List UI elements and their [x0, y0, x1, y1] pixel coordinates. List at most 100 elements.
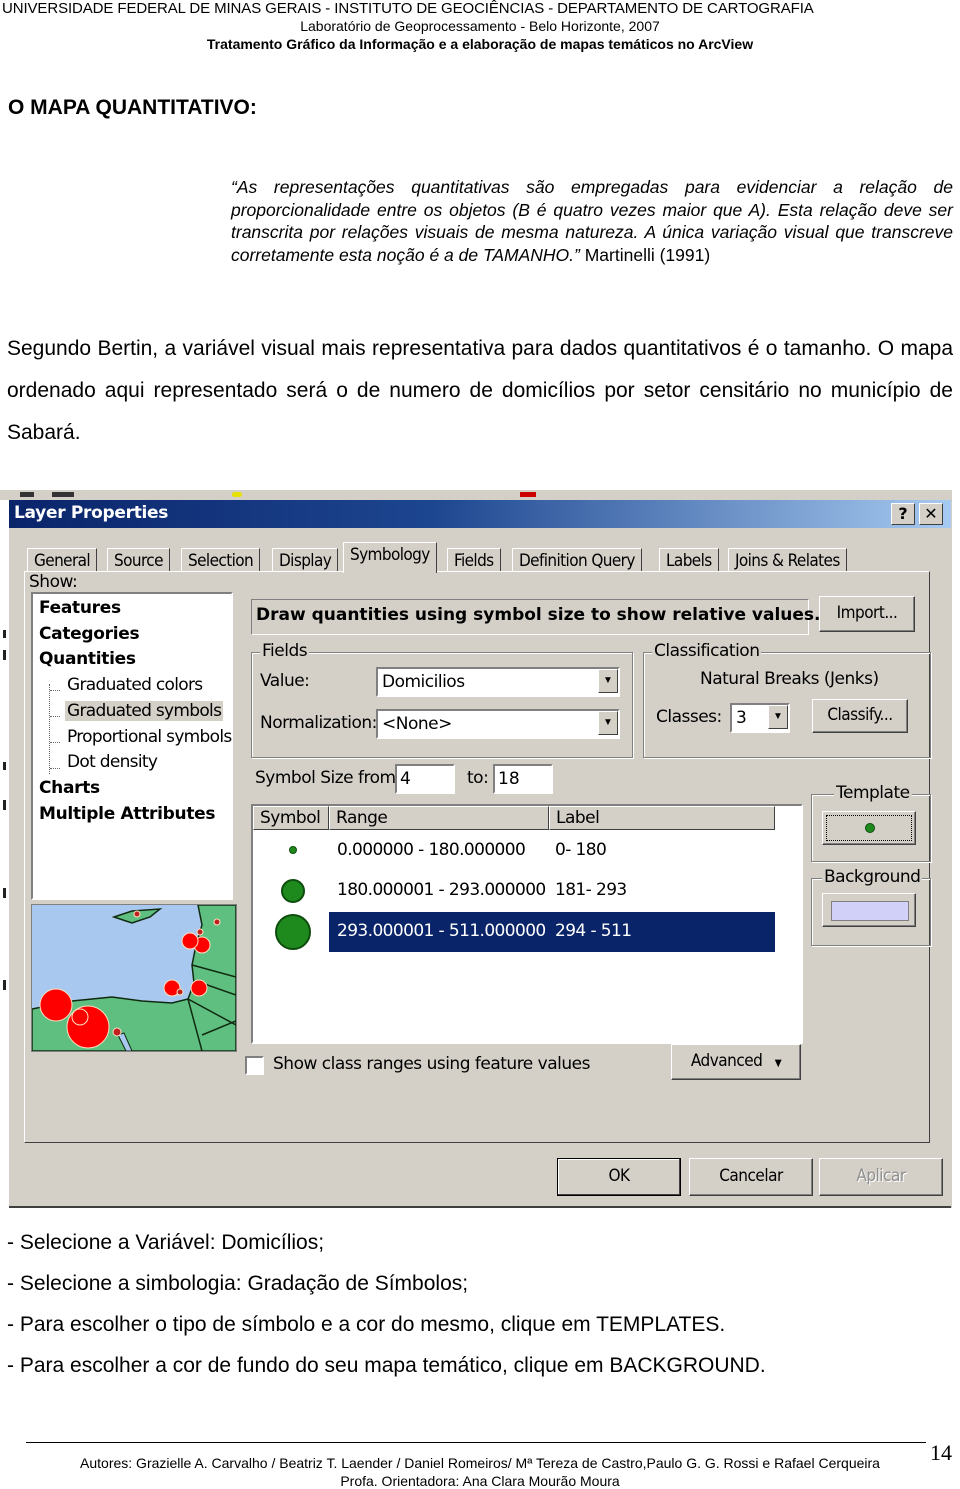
- tree-connector: [49, 684, 62, 774]
- symbol-size-from-label: Symbol Size from:: [255, 768, 401, 788]
- ok-button[interactable]: OK: [557, 1158, 681, 1196]
- footer-advisor: Profa. Orientadora: Ana Clara Mourão Mou…: [340, 1473, 620, 1489]
- tab-definition-query[interactable]: Definition Query: [512, 548, 642, 573]
- symbology-description: Draw quantities using symbol size to sho…: [256, 605, 821, 625]
- description-box: Draw quantities using symbol size to sho…: [251, 599, 820, 635]
- instruction-list: - Selecione a Variável: Domicílios; - Se…: [7, 1222, 766, 1386]
- tab-symbology[interactable]: Symbology: [343, 542, 437, 573]
- background-window-edge: [0, 500, 8, 1208]
- list-item-graduated-symbols[interactable]: Graduated symbols: [65, 701, 224, 721]
- column-header-range[interactable]: Range: [329, 806, 549, 830]
- cancel-button[interactable]: Cancelar: [689, 1158, 813, 1196]
- list-item-quantities[interactable]: Quantities: [39, 649, 136, 669]
- show-class-ranges-checkbox[interactable]: [245, 1056, 264, 1075]
- chevron-down-icon[interactable]: ▼: [598, 711, 618, 735]
- layer-properties-dialog: Layer Properties ? ✕ General Source Sele…: [8, 500, 951, 1208]
- fields-caption: Fields: [260, 641, 310, 661]
- list-item-dot-density[interactable]: Dot density: [67, 752, 158, 772]
- symbol-medium-circle-icon: [281, 879, 305, 903]
- label-cell[interactable]: 0- 180: [555, 840, 607, 860]
- show-type-list[interactable]: Features Categories Quantities Graduated…: [31, 592, 233, 900]
- list-item-multiple-attributes[interactable]: Multiple Attributes: [39, 804, 216, 824]
- symbol-large-circle-icon: [275, 914, 311, 950]
- chevron-down-icon[interactable]: ▼: [768, 705, 788, 729]
- list-item-features[interactable]: Features: [39, 598, 121, 618]
- instruction-step: - Selecione a Variável: Domicílios;: [7, 1231, 325, 1254]
- show-label: Show:: [29, 572, 78, 592]
- list-item-charts[interactable]: Charts: [39, 778, 100, 798]
- classes-select-current: 3: [736, 708, 747, 728]
- show-class-ranges-label[interactable]: Show class ranges using feature values: [273, 1054, 590, 1074]
- classify-button[interactable]: Classify...: [812, 699, 908, 733]
- table-row[interactable]: 180.000001 - 293.000000 181- 293: [253, 872, 801, 912]
- advanced-button[interactable]: Advanced ▼: [671, 1044, 801, 1080]
- template-button[interactable]: [822, 811, 916, 845]
- dialog-titlebar[interactable]: Layer Properties ? ✕: [9, 500, 951, 528]
- chevron-down-icon[interactable]: ▼: [598, 669, 618, 693]
- tab-general[interactable]: General: [27, 548, 98, 573]
- tab-fields[interactable]: Fields: [447, 548, 501, 573]
- template-caption: Template: [834, 783, 912, 803]
- label-cell[interactable]: 181- 293: [555, 880, 627, 900]
- class-table[interactable]: Symbol Range Label 0.000000 - 180.000000…: [251, 804, 803, 1044]
- normalization-select[interactable]: <None> ▼: [376, 709, 620, 739]
- header-course-title: Tratamento Gráfico da Informação e a ela…: [206, 36, 754, 52]
- background-color-swatch: [831, 901, 909, 921]
- label-cell[interactable]: 294 - 511: [555, 921, 632, 941]
- preview-map-svg: [32, 905, 236, 1051]
- normalization-label: Normalization:: [260, 713, 377, 733]
- tab-joins-relates[interactable]: Joins & Relates: [728, 548, 847, 573]
- symbol-size-to-value: 18: [498, 769, 520, 789]
- template-symbol-icon: [865, 823, 875, 833]
- range-cell: 0.000000 - 180.000000: [337, 840, 526, 860]
- column-header-label[interactable]: Label: [549, 806, 775, 830]
- tab-labels[interactable]: Labels: [659, 548, 719, 573]
- value-select[interactable]: Domicilios ▼: [376, 667, 620, 697]
- preview-map-image: [31, 904, 237, 1052]
- import-button[interactable]: Import...: [819, 596, 915, 632]
- apply-button[interactable]: Aplicar: [819, 1158, 943, 1196]
- background-button[interactable]: [822, 893, 916, 927]
- header-lab: Laboratório de Geoprocessamento - Belo H…: [300, 18, 660, 34]
- column-header-symbol[interactable]: Symbol: [253, 806, 329, 830]
- template-group: Template: [811, 783, 931, 862]
- header-institution: UNIVERSIDADE FEDERAL DE MINAS GERAIS - I…: [2, 0, 814, 17]
- tab-display[interactable]: Display: [272, 548, 339, 573]
- close-button[interactable]: ✕: [919, 503, 943, 525]
- fields-group: Fields Value: Domicilios ▼ Normalization…: [251, 641, 633, 758]
- symbol-size-to-input[interactable]: 18: [493, 764, 553, 794]
- value-label: Value:: [260, 671, 310, 691]
- instruction-step: - Para escolher o tipo de símbolo e a co…: [7, 1313, 726, 1336]
- help-button[interactable]: ?: [891, 503, 915, 525]
- tab-source[interactable]: Source: [107, 548, 170, 573]
- list-item-proportional-symbols[interactable]: Proportional symbols: [67, 727, 232, 747]
- background-group: Background: [811, 867, 931, 946]
- advanced-label: Advanced: [690, 1051, 763, 1071]
- body-paragraph: Segundo Bertin, a variável visual mais r…: [7, 337, 953, 444]
- classes-label: Classes:: [656, 707, 722, 727]
- classification-caption: Classification: [652, 641, 762, 661]
- symbol-small-circle-icon: [289, 846, 297, 854]
- quote-author: Martinelli (1991): [579, 244, 711, 265]
- dialog-bottom-border: [9, 1206, 951, 1208]
- footer-divider: [26, 1442, 926, 1443]
- list-item-categories[interactable]: Categories: [39, 624, 140, 644]
- background-caption: Background: [822, 867, 923, 887]
- instruction-step: - Para escolher a cor de fundo do seu ma…: [7, 1354, 766, 1377]
- range-cell: 180.000001 - 293.000000: [337, 880, 546, 900]
- table-row[interactable]: 0.000000 - 180.000000 0- 180: [253, 832, 801, 872]
- classes-select[interactable]: 3 ▼: [730, 703, 790, 733]
- chevron-down-icon: ▼: [774, 1058, 782, 1069]
- instruction-step: - Selecione a simbologia: Gradação de Sí…: [7, 1272, 469, 1295]
- tab-selection[interactable]: Selection: [181, 548, 261, 573]
- layer-properties-screenshot: Layer Properties ? ✕ General Source Sele…: [0, 490, 952, 1208]
- symbol-size-from-value: 4: [400, 769, 411, 789]
- quote-block: “As representações quantitativas são emp…: [231, 176, 953, 266]
- symbol-size-to-label: to:: [467, 768, 489, 788]
- classification-group: Classification Natural Breaks (Jenks) Cl…: [643, 641, 931, 758]
- range-cell: 293.000001 - 511.000000: [337, 921, 546, 941]
- classification-method: Natural Breaks (Jenks): [700, 669, 879, 689]
- table-row-selected[interactable]: 293.000001 - 511.000000 294 - 511: [253, 912, 801, 952]
- symbol-size-from-input[interactable]: 4: [395, 764, 455, 794]
- list-item-graduated-colors[interactable]: Graduated colors: [67, 675, 203, 695]
